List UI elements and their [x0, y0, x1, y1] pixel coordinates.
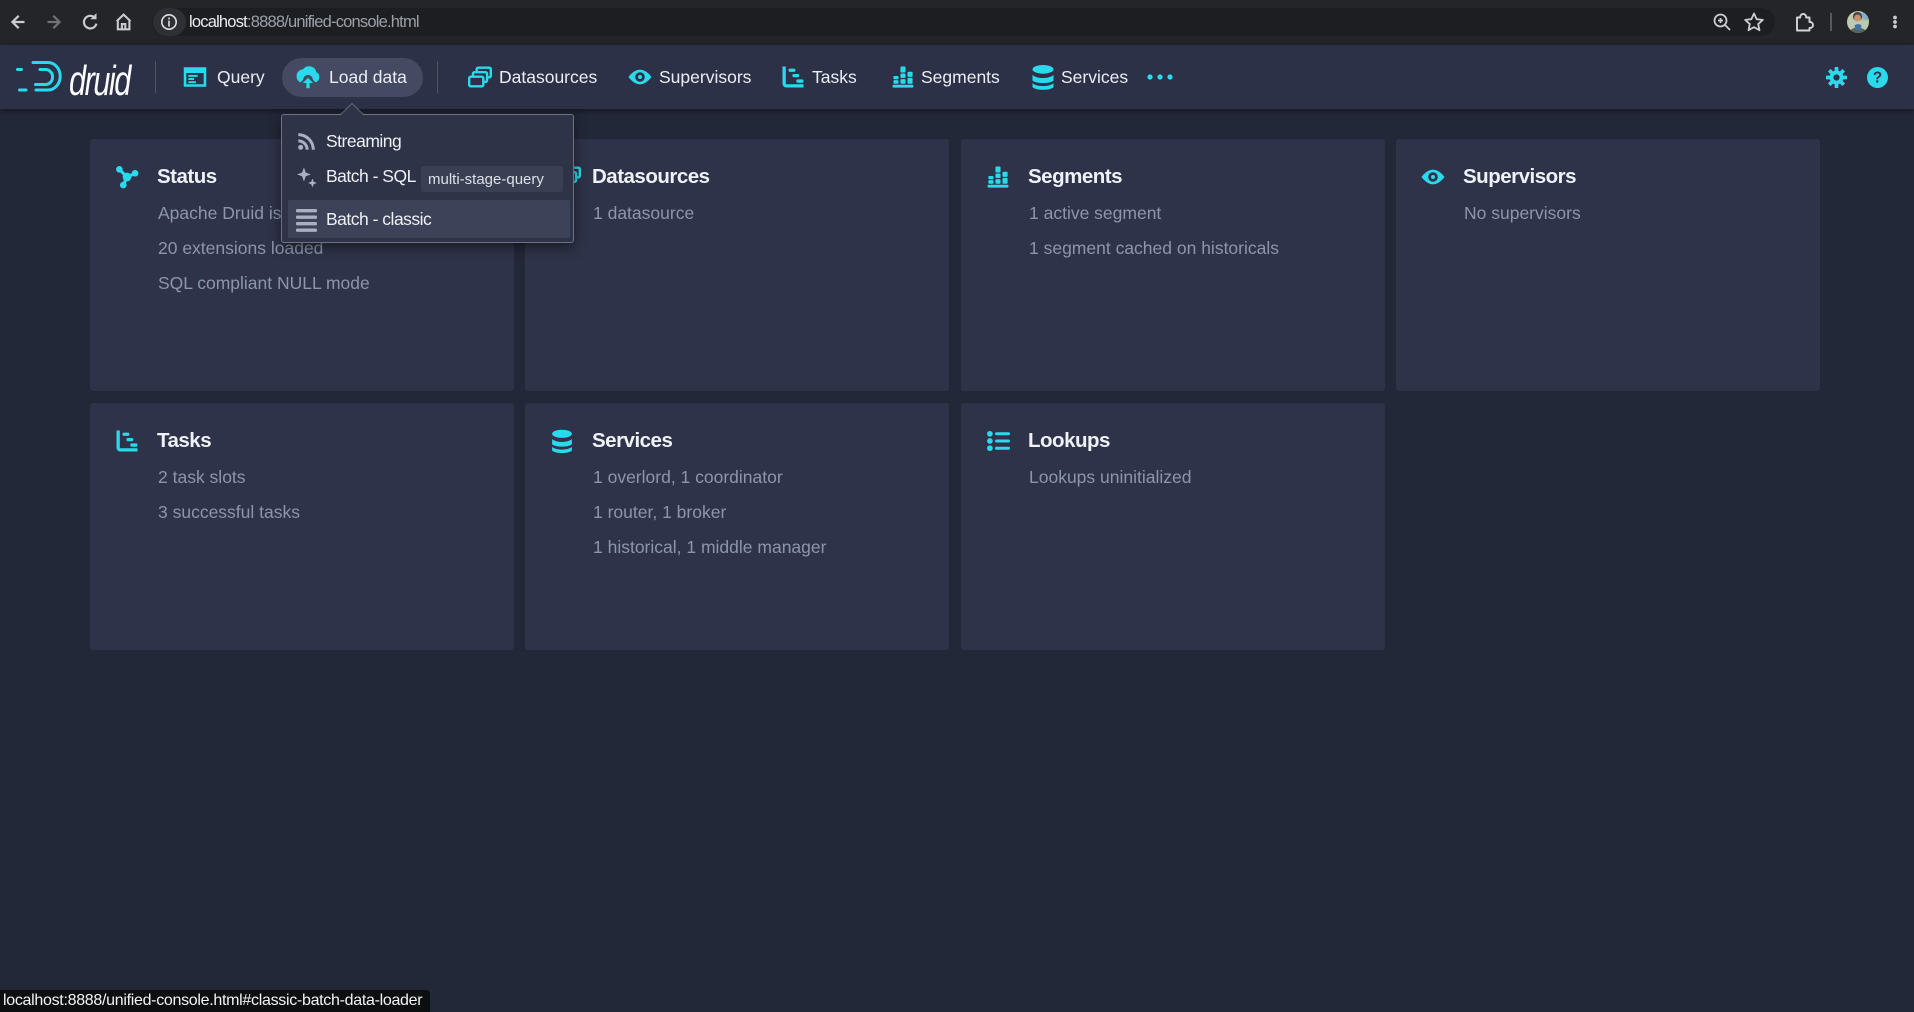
svg-text:?: ?	[1873, 70, 1882, 87]
